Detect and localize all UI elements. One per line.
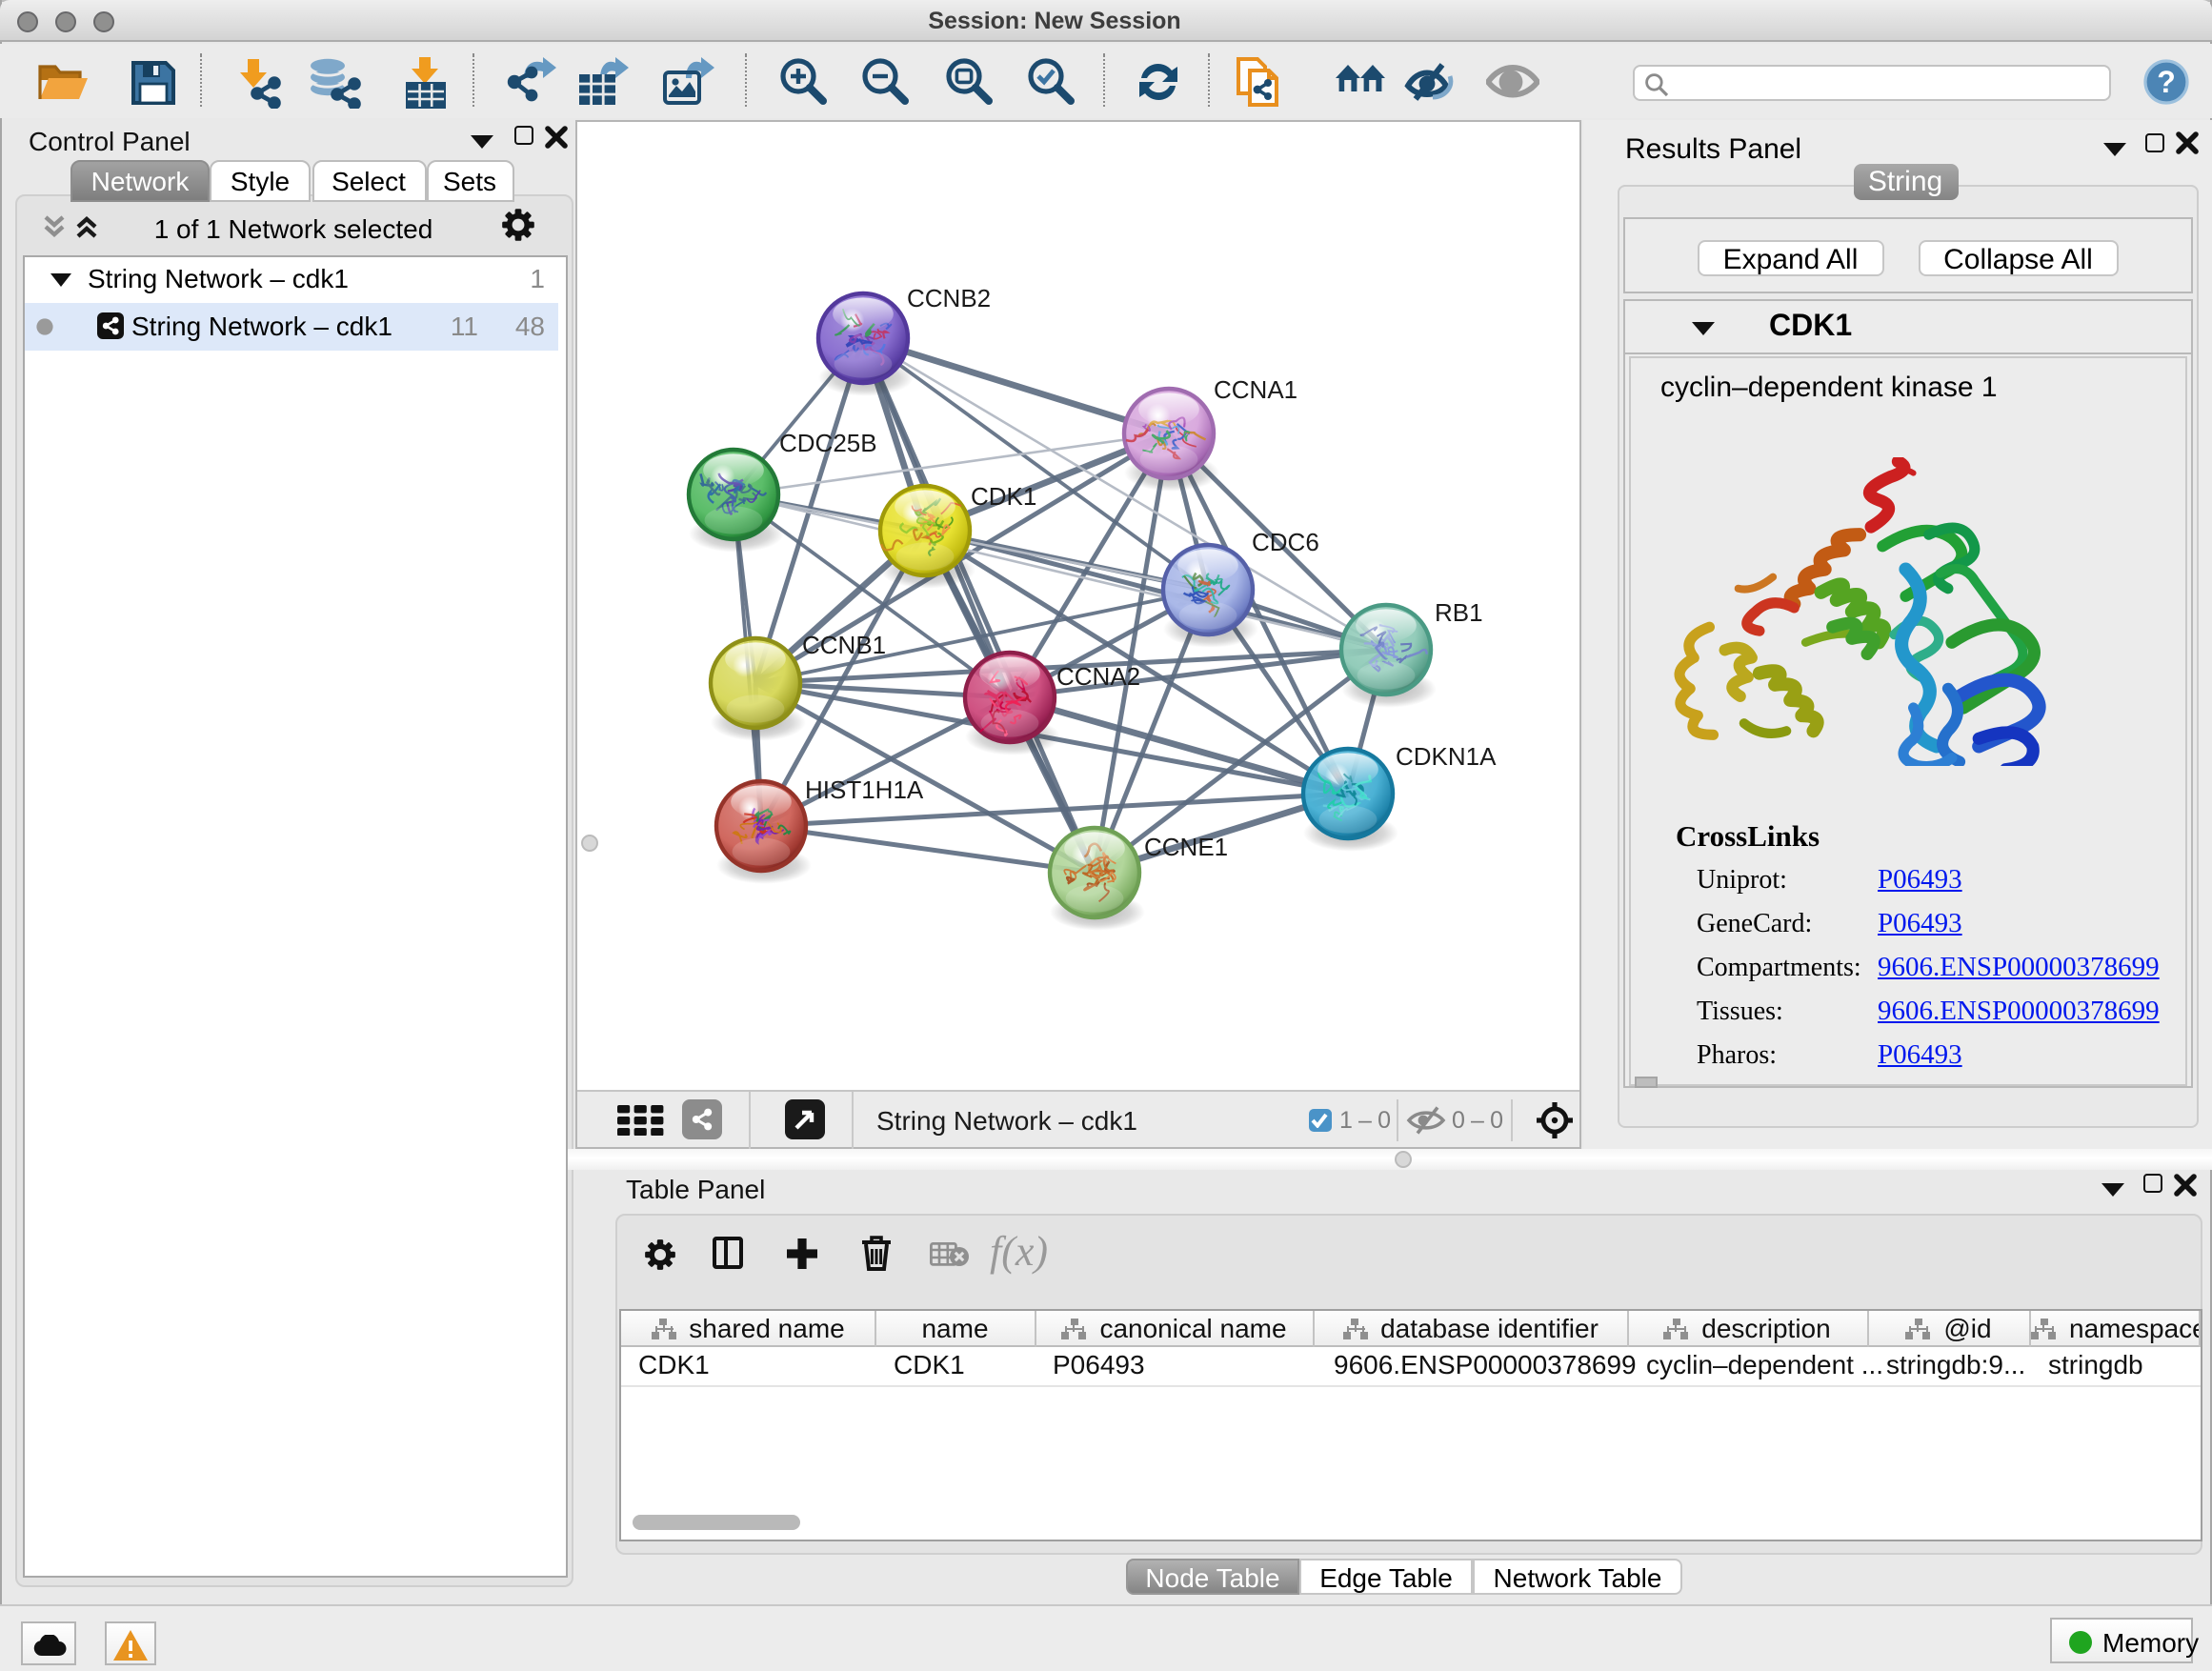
- svg-text:RB1: RB1: [1435, 597, 1483, 626]
- svg-text:CCNA2: CCNA2: [1056, 661, 1140, 690]
- svg-text:CDC6: CDC6: [1252, 527, 1319, 555]
- svg-text:CCNE1: CCNE1: [1144, 832, 1228, 860]
- svg-text:CCNA1: CCNA1: [1214, 374, 1297, 403]
- svg-text:CDK1: CDK1: [971, 481, 1036, 510]
- svg-text:HIST1H1A: HIST1H1A: [805, 775, 924, 803]
- svg-text:?: ?: [2157, 64, 2176, 98]
- svg-text:CDKN1A: CDKN1A: [1396, 741, 1497, 770]
- svg-text:CCNB1: CCNB1: [802, 630, 886, 658]
- svg-text:CCNB2: CCNB2: [907, 283, 991, 312]
- svg-text:CDC25B: CDC25B: [779, 428, 877, 456]
